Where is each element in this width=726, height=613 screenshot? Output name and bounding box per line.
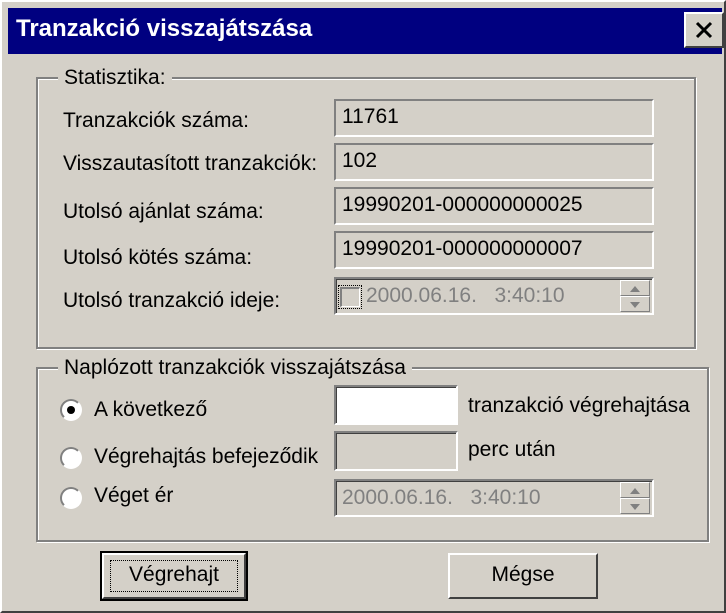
transaction-count-label: Tranzakciók száma: (63, 109, 249, 132)
minutes-suffix: perc után (468, 438, 556, 461)
statistics-legend: Statisztika: (58, 65, 172, 91)
window-title: Tranzakció visszajátszása (16, 15, 313, 42)
next-transactions-radio[interactable] (60, 399, 82, 421)
rejected-transactions-label: Visszautasított tranzakciók: (63, 152, 318, 175)
last-trade-number-label: Utolsó kötés száma: (63, 246, 253, 269)
ends-at-spinner[interactable] (620, 482, 650, 514)
replay-legend: Naplózott tranzakciók visszajátszása (58, 355, 412, 381)
last-transaction-time-value: 2000.06.16. 3:40:10 (366, 284, 565, 307)
spin-down-button[interactable] (620, 498, 650, 514)
radio-ring (60, 447, 82, 469)
radio-ring (60, 487, 82, 509)
ends-at-radio[interactable] (60, 487, 82, 509)
statistics-group: Statisztika: Tranzakciók száma: 11761 Vi… (36, 65, 696, 349)
execution-ends-label[interactable]: Végrehajtás befejeződik (94, 444, 318, 470)
last-transaction-time-picker: 2000.06.16. 3:40:10 (334, 277, 654, 315)
spin-up-button[interactable] (620, 280, 650, 296)
spin-up-button[interactable] (620, 482, 650, 498)
close-icon (695, 21, 713, 39)
replay-group: Naplózott tranzakciók visszajátszása A k… (36, 355, 709, 542)
last-offer-number-value: 19990201-000000000025 (334, 187, 654, 225)
arrow-up-icon (630, 488, 640, 494)
radio-selected-dot (67, 406, 75, 414)
last-transaction-time-spinner[interactable] (620, 280, 650, 312)
last-transaction-time-label: Utolsó tranzakció ideje: (63, 289, 281, 312)
close-button[interactable] (684, 12, 724, 48)
arrow-down-icon (630, 302, 640, 308)
cancel-button-label: Mégse (491, 563, 555, 586)
last-trade-number-value: 19990201-000000000007 (334, 231, 654, 269)
next-transactions-label[interactable]: A következő (94, 397, 207, 423)
arrow-up-icon (630, 286, 640, 292)
transaction-count-value: 11761 (334, 99, 654, 137)
last-transaction-time-checkbox[interactable] (338, 285, 362, 309)
minutes-input (334, 431, 458, 471)
ends-at-label[interactable]: Véget ér (94, 483, 173, 509)
dialog-window: Tranzakció visszajátszása Statisztika: T… (0, 0, 726, 613)
ends-at-datetime-value: 2000.06.16. 3:40:10 (342, 486, 541, 509)
spin-down-button[interactable] (620, 296, 650, 312)
last-offer-number-label: Utolsó ajánlat száma: (63, 200, 264, 223)
rejected-transactions-value: 102 (334, 143, 654, 181)
cancel-button[interactable]: Mégse (448, 553, 598, 599)
execute-button-label: Végrehajt (129, 563, 219, 586)
arrow-down-icon (630, 504, 640, 510)
title-bar[interactable]: Tranzakció visszajátszása (8, 8, 724, 54)
execution-ends-radio[interactable] (60, 447, 82, 469)
transaction-count-input[interactable] (334, 385, 458, 425)
ends-at-datetime-picker: 2000.06.16. 3:40:10 (334, 479, 654, 517)
execute-button[interactable]: Végrehajt (100, 551, 248, 601)
transaction-count-suffix: tranzakció végrehajtása (468, 394, 690, 417)
